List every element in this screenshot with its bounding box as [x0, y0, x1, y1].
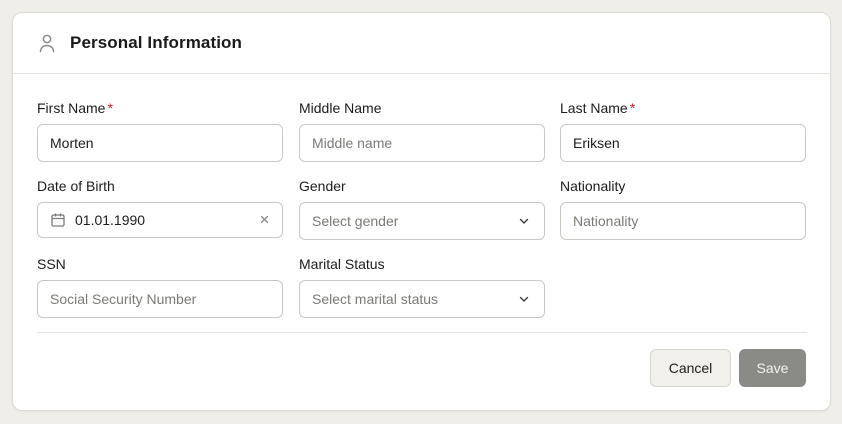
marital-status-select[interactable]: Select marital status — [299, 280, 545, 318]
middle-name-field: Middle Name Middle name — [299, 99, 545, 162]
marital-status-select-value: Select marital status — [312, 291, 439, 307]
user-icon — [38, 33, 56, 53]
chevron-down-icon — [518, 215, 530, 227]
last-name-field: Last Name * Eriksen — [560, 99, 806, 162]
gender-label: Gender — [299, 178, 346, 194]
nationality-field: Nationality Nationality — [560, 177, 806, 240]
dob-input[interactable]: 01.01.1990 — [37, 202, 283, 238]
first-name-field: First Name * Morten — [37, 99, 283, 162]
first-name-label: First Name * — [37, 100, 113, 116]
dob-value: 01.01.1990 — [75, 212, 146, 228]
marital-status-label: Marital Status — [299, 256, 385, 272]
gender-select-value: Select gender — [312, 213, 399, 229]
ssn-field: SSN Social Security Number — [37, 255, 283, 318]
dob-field: Date of Birth 01.01.1990 — [37, 177, 283, 238]
save-button[interactable]: Save — [739, 349, 806, 387]
middle-name-label: Middle Name — [299, 100, 382, 116]
last-name-input[interactable]: Eriksen — [560, 124, 806, 162]
gender-select[interactable]: Select gender — [299, 202, 545, 240]
chevron-down-icon — [518, 293, 530, 305]
ssn-input[interactable]: Social Security Number — [37, 280, 283, 318]
gender-field: Gender Select gender — [299, 177, 545, 240]
required-marker: * — [107, 100, 113, 116]
page-title: Personal Information — [70, 33, 243, 52]
required-marker: * — [629, 100, 636, 116]
middle-name-input[interactable]: Middle name — [299, 124, 545, 162]
nationality-label: Nationality — [560, 178, 626, 194]
last-name-label: Last Name * — [560, 100, 636, 116]
personal-information-card: Personal Information First Name * Morten … — [12, 12, 831, 411]
card-header: Personal Information — [13, 13, 830, 74]
clear-icon[interactable] — [258, 213, 270, 225]
first-name-input[interactable]: Morten — [37, 124, 283, 162]
dob-label: Date of Birth — [37, 178, 115, 194]
calendar-icon — [50, 212, 66, 228]
ssn-label: SSN — [37, 256, 66, 272]
cancel-button[interactable]: Cancel — [650, 349, 731, 387]
nationality-input[interactable]: Nationality — [560, 202, 806, 240]
marital-status-field: Marital Status Select marital status — [299, 255, 545, 318]
footer-divider — [37, 332, 807, 333]
